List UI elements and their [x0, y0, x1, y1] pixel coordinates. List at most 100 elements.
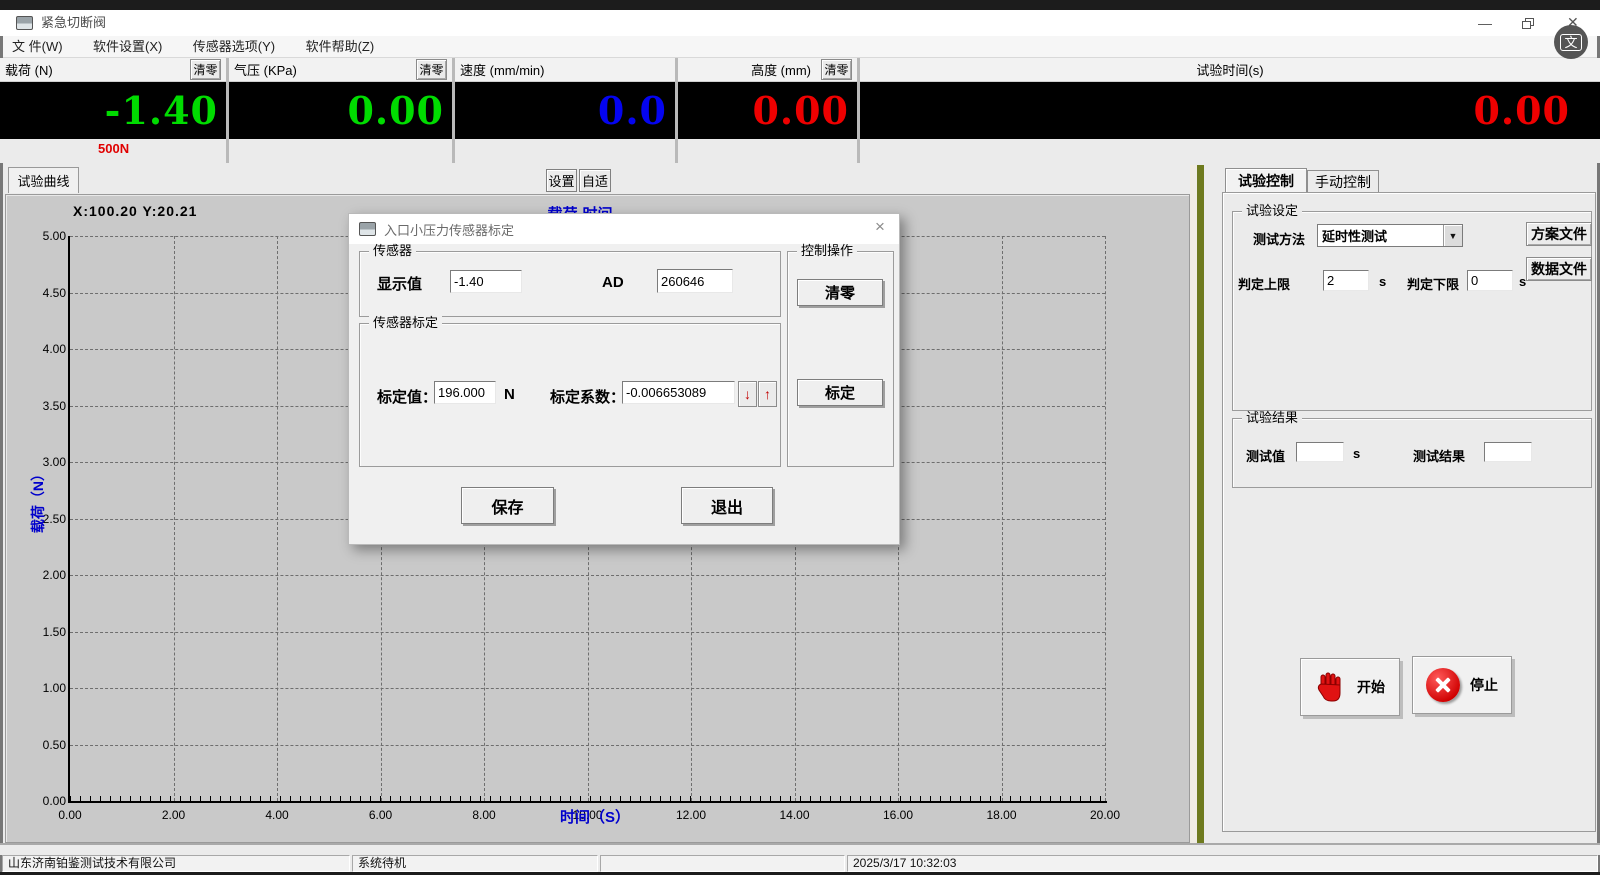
chevron-down-icon[interactable]: ▼: [1443, 225, 1462, 246]
sensor-calibration-label: 传感器标定: [369, 316, 442, 330]
pressure-display: 0.00: [229, 82, 452, 139]
status-datetime: 2025/3/17 10:32:03: [847, 855, 1598, 872]
control-operations-label: 控制操作: [797, 244, 857, 258]
readout-speed: 速度 (mm/min) 0.0: [455, 58, 678, 163]
load-value: -1.40: [105, 88, 218, 133]
test-settings-group: 试验设定 测试方法 延时性测试 ▼ 方案文件 数据文件 判定上限 s 判定下限 …: [1232, 211, 1592, 411]
display-value-label: 显示值: [377, 273, 422, 294]
readout-load-label: 载荷 (N): [5, 60, 53, 79]
calibration-value-label: 标定值：: [377, 386, 437, 407]
load-display: -1.40: [0, 82, 226, 139]
stop-icon: [1426, 668, 1460, 702]
tab-test-curve[interactable]: 试验曲线: [8, 167, 79, 193]
translate-icon: 文: [1560, 34, 1581, 51]
test-result-input[interactable]: [1484, 442, 1532, 462]
y-axis-title: 载荷（N）: [28, 450, 48, 550]
window-title: 紧急切断阀: [41, 10, 106, 36]
speed-value: 0.0: [598, 88, 667, 133]
test-value-input[interactable]: [1296, 442, 1344, 462]
lower-limit-label: 判定下限: [1407, 274, 1459, 293]
method-selected-value: 延时性测试: [1318, 226, 1443, 245]
save-button[interactable]: 保存: [461, 487, 554, 524]
calibration-dialog: 入口小压力传感器标定 × 传感器 显示值 AD 控制操作 清零 标定 传感器标定…: [348, 213, 900, 545]
display-value-input[interactable]: [450, 270, 522, 293]
control-operations-group: 控制操作 清零 标定: [787, 251, 894, 467]
calibration-unit-label: N: [504, 386, 515, 403]
curve-settings-button[interactable]: 设置: [546, 169, 577, 192]
statusbar-gap: [0, 843, 1600, 855]
readout-pressure-label: 气压 (KPa): [234, 60, 297, 79]
status-company: 山东济南铂鉴测试技术有限公司: [2, 855, 350, 872]
method-dropdown[interactable]: 延时性测试 ▼: [1317, 224, 1463, 247]
menu-sensor-options[interactable]: 传感器选项(Y): [193, 36, 275, 57]
screen-top-strip: [0, 0, 1600, 10]
height-value: 0.00: [752, 88, 849, 133]
ad-value-input[interactable]: [657, 269, 733, 293]
start-button-label: 开始: [1357, 677, 1385, 697]
arrow-up-icon: ↑: [764, 386, 771, 402]
translate-overlay-badge[interactable]: 文: [1554, 25, 1588, 59]
coefficient-input[interactable]: [622, 381, 735, 404]
x-axis-title: 时间（S）: [535, 806, 655, 827]
dialog-close-icon[interactable]: ×: [869, 217, 891, 237]
test-result-group-label: 试验结果: [1242, 411, 1302, 425]
menu-software-settings[interactable]: 软件设置(X): [93, 36, 162, 57]
status-system-state: 系统待机: [352, 855, 598, 872]
load-zero-button[interactable]: 清零: [190, 59, 221, 80]
test-value-unit: s: [1353, 446, 1360, 461]
hand-icon: [1315, 671, 1347, 703]
method-label: 测试方法: [1253, 229, 1305, 248]
restore-button[interactable]: [1522, 18, 1534, 29]
window-titlebar: 紧急切断阀 — ✕: [0, 10, 1600, 36]
stop-button[interactable]: 停止: [1412, 656, 1512, 714]
cursor-coordinates: X:100.20 Y:20.21: [73, 203, 197, 219]
dialog-titlebar[interactable]: 入口小压力传感器标定 ×: [349, 214, 899, 244]
height-display: 0.00: [678, 82, 857, 139]
readout-pressure: 气压 (KPa) 清零 0.00: [229, 58, 455, 163]
test-result-group: 试验结果 测试值 s 测试结果: [1232, 418, 1592, 488]
lower-limit-input[interactable]: [1467, 270, 1513, 291]
menu-file[interactable]: 文 件(W): [12, 36, 63, 57]
tab-manual-control[interactable]: 手动控制: [1307, 170, 1379, 193]
readout-height: 高度 (mm) 清零 0.00: [678, 58, 860, 163]
start-button[interactable]: 开始: [1300, 658, 1400, 716]
upper-limit-input[interactable]: [1323, 270, 1369, 291]
dialog-title: 入口小压力传感器标定: [384, 220, 514, 239]
height-zero-button[interactable]: 清零: [821, 59, 852, 80]
speed-display: 0.0: [455, 82, 675, 139]
readout-height-label: 高度 (mm): [751, 60, 811, 79]
sensor-group: 传感器 显示值 AD: [359, 251, 781, 317]
coefficient-down-button[interactable]: ↓: [738, 381, 757, 407]
pressure-value: 0.00: [347, 88, 444, 133]
coefficient-label: 标定系数：: [550, 386, 625, 407]
readout-speed-label: 速度 (mm/min): [460, 60, 545, 79]
coefficient-up-button[interactable]: ↑: [758, 381, 777, 407]
curve-autofit-button[interactable]: 自适: [579, 169, 611, 192]
olive-separator: [1197, 165, 1204, 843]
calibration-value-input[interactable]: [434, 381, 496, 404]
data-file-button[interactable]: 数据文件: [1526, 257, 1592, 281]
exit-button[interactable]: 退出: [681, 487, 773, 524]
ad-label: AD: [602, 274, 624, 291]
plan-file-button[interactable]: 方案文件: [1526, 222, 1592, 246]
dialog-icon: [359, 222, 376, 236]
menu-bar: 文 件(W) 软件设置(X) 传感器选项(Y) 软件帮助(Z): [0, 36, 1600, 58]
dialog-calibrate-button[interactable]: 标定: [797, 379, 883, 406]
dialog-zero-button[interactable]: 清零: [797, 279, 883, 306]
pressure-zero-button[interactable]: 清零: [416, 59, 447, 80]
menu-help[interactable]: 软件帮助(Z): [306, 36, 375, 57]
lower-limit-unit: s: [1519, 274, 1526, 289]
minimize-button[interactable]: —: [1478, 10, 1492, 36]
test-result-label: 测试结果: [1413, 446, 1465, 465]
control-panel: 试验控制 手动控制 试验设定 测试方法 延时性测试 ▼ 方案文件 数据文件 判定…: [1204, 165, 1597, 843]
readout-test-time-label: 试验时间(s): [1196, 60, 1263, 79]
arrow-down-icon: ↓: [744, 386, 751, 402]
sensor-group-label: 传感器: [369, 244, 416, 258]
sensor-calibration-group: 传感器标定 标定值： N 标定系数： ↓ ↑: [359, 323, 781, 467]
upper-limit-unit: s: [1379, 274, 1386, 289]
readout-test-time: 试验时间(s) 0.00: [860, 58, 1600, 163]
tab-test-control[interactable]: 试验控制: [1225, 168, 1307, 193]
test-time-display: 0.00: [860, 82, 1600, 139]
test-time-value: 0.00: [1473, 88, 1570, 133]
load-capacity-label: 500N: [0, 139, 226, 162]
